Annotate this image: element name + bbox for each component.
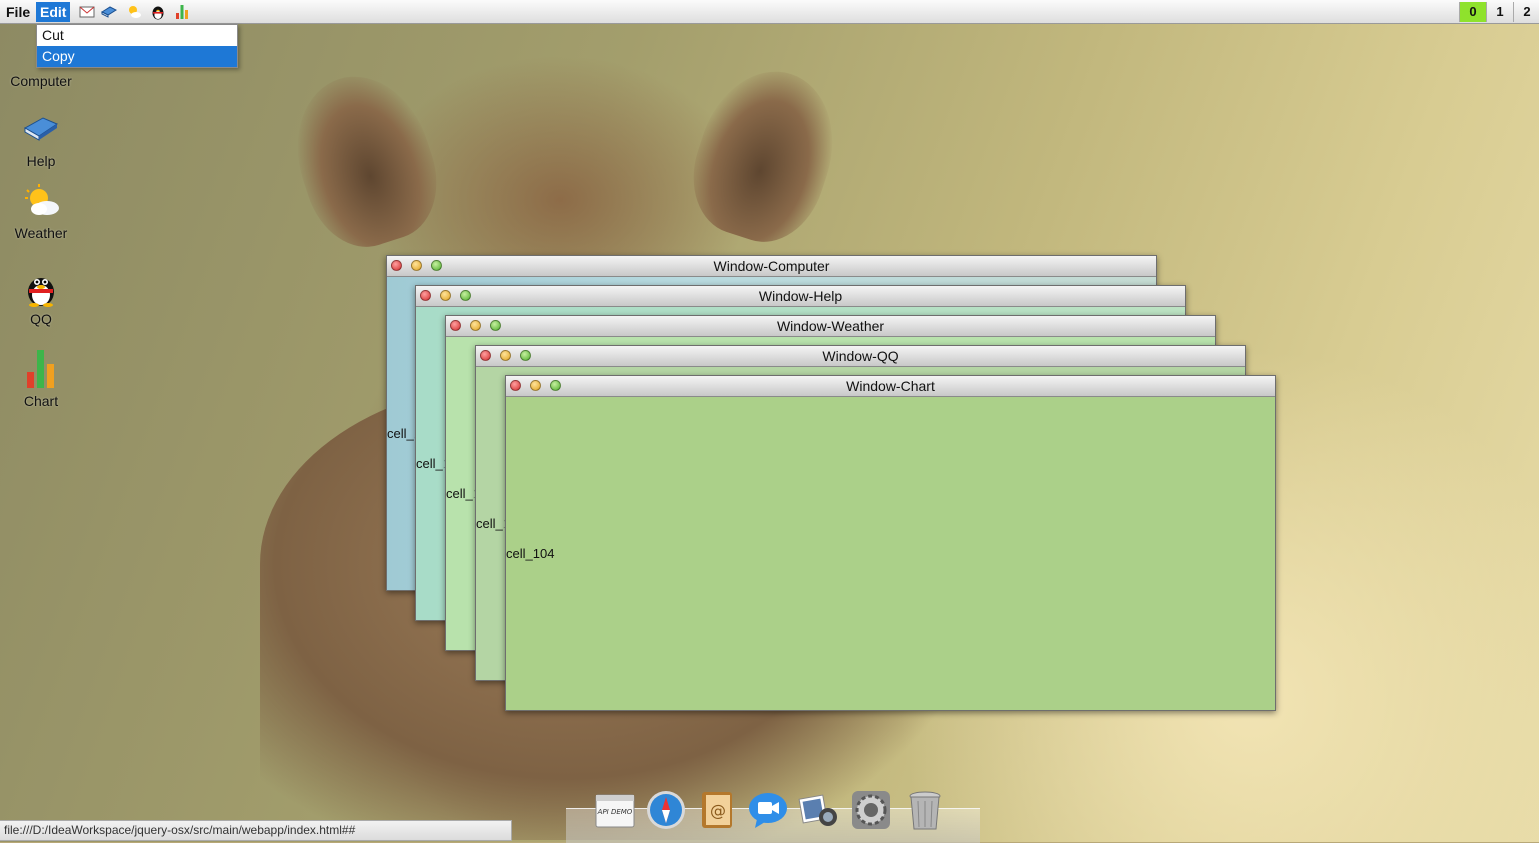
minimize-icon[interactable] [440,290,451,301]
help-book-icon[interactable] [101,4,117,20]
window-title: Window-Computer [713,258,830,274]
workspace-2-button[interactable]: 2 [1513,2,1539,22]
menu-item-copy[interactable]: Copy [37,46,237,67]
menu-file[interactable]: File [2,2,34,22]
mail-icon[interactable] [79,4,95,20]
maximize-icon[interactable] [520,350,531,361]
window-titlebar[interactable]: Window-Help [416,286,1185,307]
close-icon[interactable] [420,290,431,301]
desktop-icon-help[interactable]: Help [1,110,81,169]
maximize-icon[interactable] [431,260,442,271]
close-icon[interactable] [391,260,402,271]
workspace-0-button[interactable]: 0 [1459,2,1486,22]
desktop-icon-label: Weather [14,225,68,241]
help-book-icon [23,117,59,141]
edit-dropdown-menu: Cut Copy [36,24,238,68]
close-icon[interactable] [510,380,521,391]
trash-icon[interactable] [904,789,946,831]
workspace-1-button[interactable]: 1 [1486,2,1513,22]
window-title: Window-Chart [846,378,935,394]
minimize-icon[interactable] [530,380,541,391]
address-book-icon[interactable]: @ [696,789,738,831]
wallpaper-cougar-ear-right [676,54,854,256]
qq-penguin-icon[interactable] [150,4,166,20]
desktop-icon-label: Chart [23,393,59,409]
maximize-icon[interactable] [550,380,561,391]
chart-icon[interactable] [174,4,190,20]
weather-icon[interactable] [126,4,142,20]
window-chart[interactable]: Window-Chart cell_104 [505,375,1276,711]
menubar: File Edit 0 1 2 [0,0,1539,24]
system-preferences-icon[interactable] [850,789,892,831]
api-demo-icon[interactable]: API DEMO [594,789,636,831]
photo-booth-icon[interactable] [798,789,840,831]
wallpaper-cougar-ear-left [276,59,454,261]
svg-text:@: @ [710,801,726,820]
maximize-icon[interactable] [460,290,471,301]
desktop-icon-label: Computer [10,73,72,89]
desktop-icon-label: QQ [30,311,52,327]
window-title: Window-Help [758,288,843,304]
api-demo-text: API DEMO [597,808,633,816]
window-titlebar[interactable]: Window-Computer [387,256,1156,277]
chart-icon [27,350,54,388]
close-icon[interactable] [450,320,461,331]
desktop-icon-chart[interactable]: Chart [1,350,81,409]
window-body: cell_104 [506,397,1275,710]
close-icon[interactable] [480,350,491,361]
desktop-icon-label: Help [26,153,56,169]
minimize-icon[interactable] [411,260,422,271]
desktop-icon-qq[interactable]: QQ [1,268,81,327]
window-titlebar[interactable]: Window-Chart [506,376,1275,397]
safari-compass-icon[interactable] [645,789,687,831]
menu-item-cut[interactable]: Cut [37,25,237,46]
qq-penguin-icon [28,278,54,307]
weather-icon [25,184,59,215]
minimize-icon[interactable] [500,350,511,361]
window-title: Window-Weather [776,318,885,334]
maximize-icon[interactable] [490,320,501,331]
browser-status-bar: file:///D:/IdeaWorkspace/jquery-osx/src/… [0,820,512,841]
minimize-icon[interactable] [470,320,481,331]
window-title: Window-QQ [822,348,899,364]
window-titlebar[interactable]: Window-Weather [446,316,1215,337]
desktop-icon-weather[interactable]: Weather [1,182,81,241]
window-cell: cell_104 [506,546,555,561]
facetime-icon[interactable] [747,789,789,831]
menu-edit[interactable]: Edit [36,2,71,22]
window-titlebar[interactable]: Window-QQ [476,346,1245,367]
